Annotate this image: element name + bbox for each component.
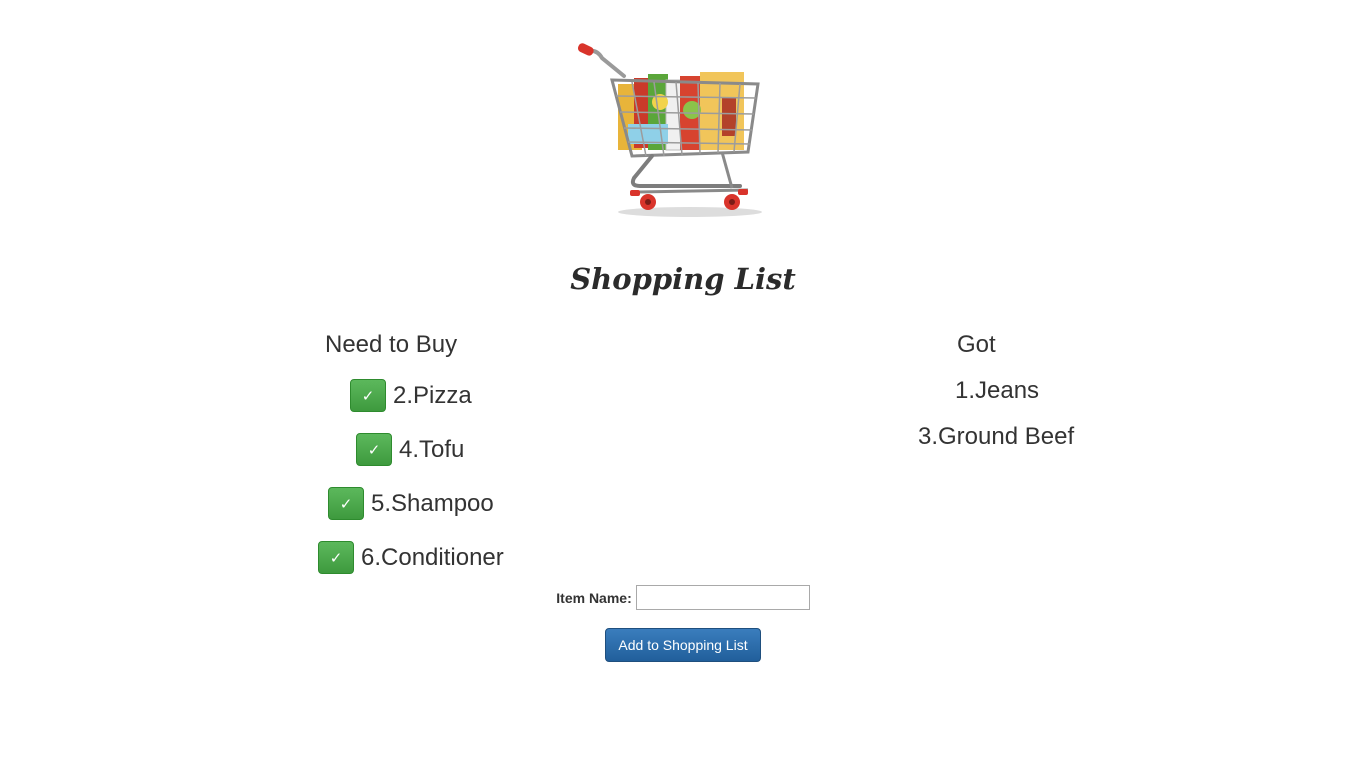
shopping-cart-icon — [572, 40, 768, 222]
check-icon: ✓ — [367, 440, 381, 459]
got-heading: Got — [957, 331, 996, 358]
list-item: 3.Ground Beef — [918, 423, 1075, 450]
check-icon: ✓ — [329, 548, 343, 567]
need-to-buy-heading: Need to Buy — [325, 331, 458, 358]
mark-got-button[interactable]: ✓ — [318, 541, 354, 574]
page-title: Shopping List — [570, 262, 796, 296]
check-icon: ✓ — [361, 386, 375, 405]
mark-got-button[interactable]: ✓ — [356, 433, 392, 466]
item-label: 6.Conditioner — [361, 543, 504, 571]
page: Shopping List Need to Buy ✓ 2.Pizza ✓ 4.… — [0, 0, 1366, 768]
mark-got-button[interactable]: ✓ — [350, 379, 386, 412]
list-item: ✓ 6.Conditioner — [318, 541, 504, 574]
item-label: 4.Tofu — [399, 435, 465, 463]
add-to-shopping-list-button[interactable]: Add to Shopping List — [605, 628, 761, 662]
check-icon: ✓ — [339, 494, 353, 513]
list-item: ✓ 5.Shampoo — [328, 487, 494, 520]
list-item: 1.Jeans — [955, 377, 1040, 404]
item-name-input[interactable] — [635, 585, 810, 610]
list-item: ✓ 4.Tofu — [356, 433, 464, 466]
item-name-label: Item Name: — [556, 589, 632, 606]
list-item: ✓ 2.Pizza — [350, 379, 472, 412]
add-item-form: Item Name: — [0, 585, 1366, 610]
item-label: 5.Shampoo — [371, 489, 494, 517]
mark-got-button[interactable]: ✓ — [328, 487, 364, 520]
item-label: 2.Pizza — [393, 381, 472, 409]
